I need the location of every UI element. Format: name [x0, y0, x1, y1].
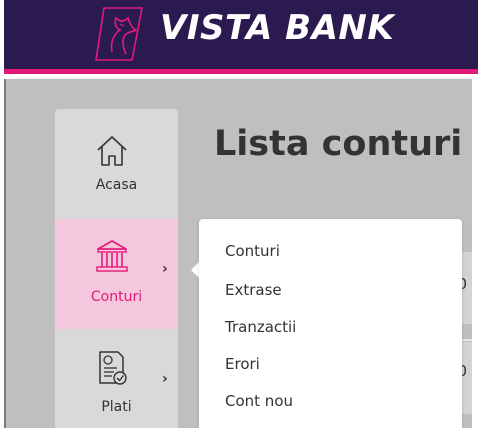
submenu-item-cont-nou[interactable]: Cont nou: [225, 392, 293, 410]
bank-building-icon: [96, 240, 128, 272]
chevron-right-icon: ›: [162, 371, 168, 387]
sidebar-item-plati[interactable]: › Plati: [55, 329, 178, 428]
sidebar-item-conturi[interactable]: › Conturi: [55, 219, 178, 329]
brand-name[interactable]: VISTA BANK: [160, 8, 394, 48]
submenu-item-tranzactii[interactable]: Tranzactii: [225, 318, 296, 336]
page-title: Lista conturi: [214, 124, 463, 164]
submenu-item-conturi[interactable]: Conturi: [225, 242, 280, 260]
page-edge-right: [472, 79, 478, 428]
home-icon: [97, 136, 127, 166]
payment-document-icon: [99, 351, 127, 385]
submenu-item-extrase[interactable]: Extrase: [225, 281, 282, 299]
app-header: VISTA BANK: [4, 0, 478, 74]
sidebar-item-label: Plati: [101, 399, 132, 415]
submenu-item-erori[interactable]: Erori: [225, 355, 260, 373]
chevron-right-icon: ›: [162, 261, 168, 277]
horse-head-logo-icon[interactable]: [92, 4, 150, 62]
sidebar-item-acasa[interactable]: Acasa: [55, 109, 178, 219]
sidebar-item-label: Acasa: [95, 177, 138, 193]
sidebar-item-label: Conturi: [90, 289, 143, 305]
